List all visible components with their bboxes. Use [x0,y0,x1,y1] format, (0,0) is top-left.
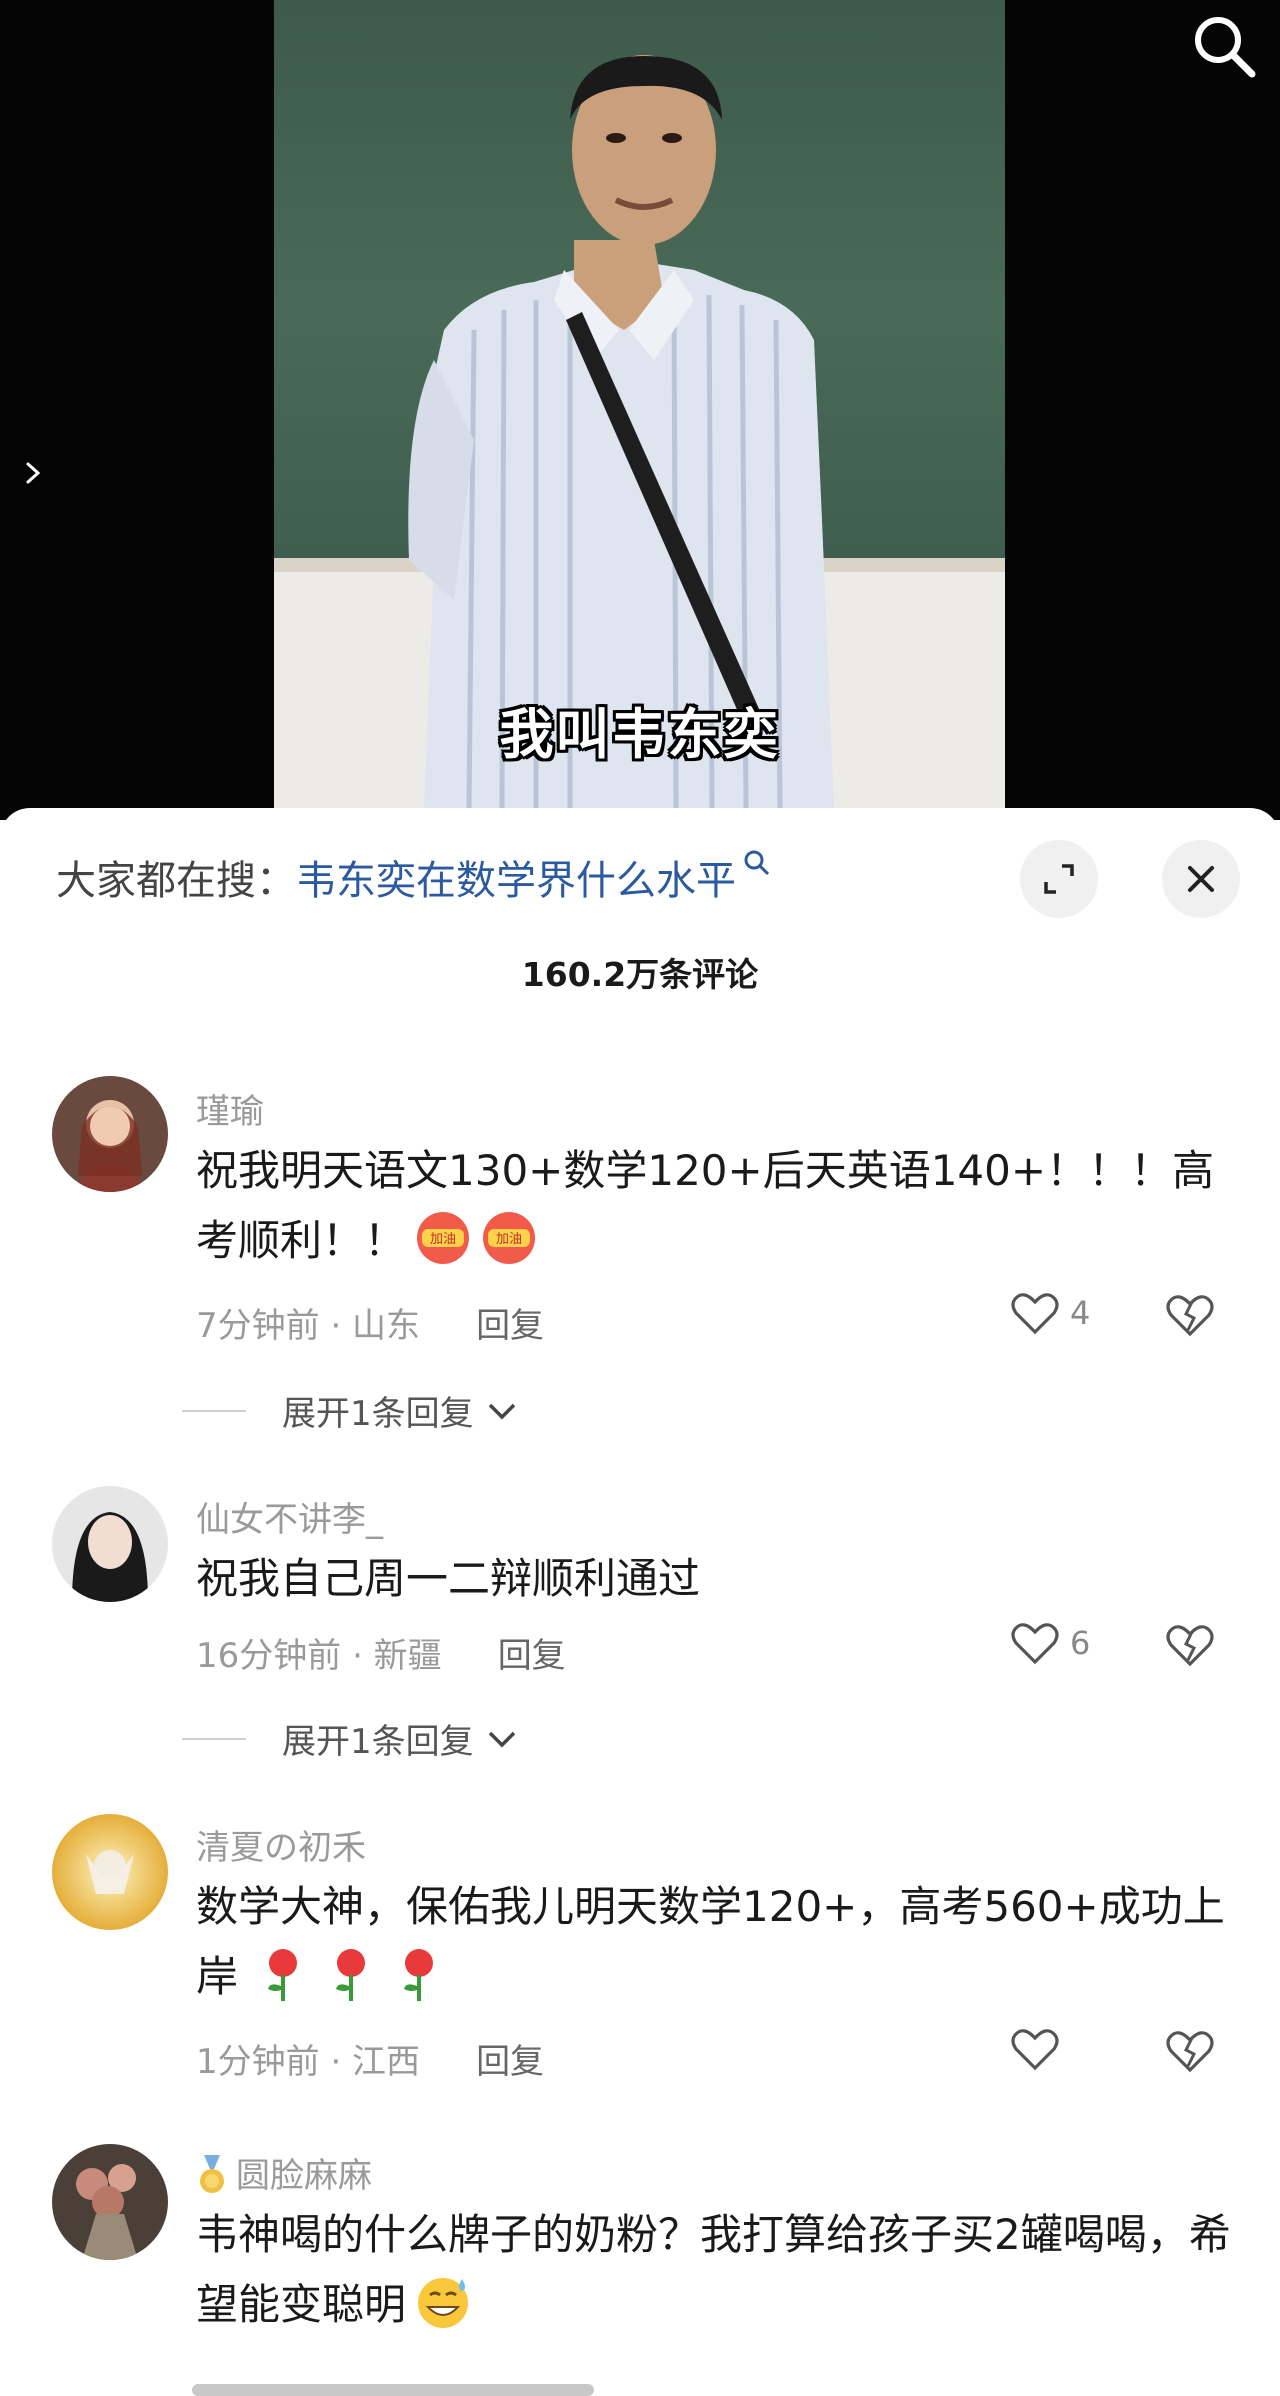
rose-emoji-icon [268,1949,298,2001]
heart-icon [1011,2029,1059,2071]
small-search-icon [744,850,770,876]
username[interactable]: 仙女不讲李_ [196,1492,383,1541]
username[interactable]: 瑾瑜 [196,1084,264,1133]
timestamp-location: 1分钟前 · 江西 [196,2042,421,2082]
username[interactable]: 圆脸麻麻 [196,2148,372,2197]
video-player[interactable]: 我叫韦东奕 [0,0,1280,820]
comment-text: 韦神喝的什么牌子的奶粉？我打算给孩子买2罐喝喝，希望能变聪明 [196,2200,1236,2340]
broken-heart-icon[interactable] [1164,1292,1216,1338]
broken-heart-icon[interactable] [1164,1622,1216,1668]
comment-text: 数学大神，保佑我儿明天数学120+，高考560+成功上岸 [196,1872,1236,2012]
heart-icon [1011,1623,1059,1665]
suggest-query[interactable]: 韦东奕在数学界什么水平 [296,858,736,904]
expand-replies[interactable]: 展开1条回复 [182,1714,520,1763]
emoji-label: 加油 [430,1232,456,1247]
comment-meta: 1分钟前 · 江西 回复 [196,2034,544,2083]
divider-line [182,1737,246,1740]
like-button[interactable] [1010,2026,1060,2072]
suggest-prefix: 大家都在搜： [56,858,296,904]
video-frame: 我叫韦东奕 [274,0,1005,808]
username-text: 圆脸麻麻 [236,2156,372,2196]
comment-text: 祝我自己周一二辩顺利通过 [196,1554,701,1603]
like-button[interactable]: 6 [1010,1620,1090,1666]
like-count: 4 [1070,1294,1091,1332]
video-subtitle: 我叫韦东奕 [499,703,780,766]
divider-line [182,1409,246,1412]
expand-replies-label: 展开1条回复 [282,1722,474,1762]
expand-icon [1044,864,1074,894]
reply-button[interactable]: 回复 [498,1636,566,1676]
like-count: 6 [1070,1624,1091,1662]
timestamp-location: 7分钟前 · 山东 [196,1306,421,1346]
avatar[interactable] [52,1076,168,1192]
avatar[interactable] [52,2144,168,2260]
reply-button[interactable]: 回复 [476,2042,544,2082]
comment-text-content: 祝我明天语文130+数学120+后天英语140+！！！高考顺利！！ [196,1146,1215,1265]
username[interactable]: 清夏の初禾 [196,1820,366,1869]
timestamp-location: 16分钟前 · 新疆 [196,1636,442,1676]
rose-emoji-icon [336,1949,366,2001]
cheer-emoji-icon: 加油 [483,1212,536,1264]
rose-emoji-icon [404,1949,434,2001]
search-suggestion[interactable]: 大家都在搜：韦东奕在数学界什么水平 [56,848,772,906]
close-button[interactable] [1162,840,1240,918]
chevron-down-icon [488,1403,515,1419]
chevron-right-icon[interactable] [20,458,46,488]
cheer-emoji-icon: 加油 [417,1212,470,1264]
comment-sheet: 大家都在搜：韦东奕在数学界什么水平 160.2万条评论 瑾瑜 祝我明天语文130… [0,808,1280,2396]
comment-text: 祝我明天语文130+数学120+后天英语140+！！！高考顺利！！ 加油 加油 [196,1136,1236,1276]
comment-meta: 16分钟前 · 新疆 回复 [196,1628,566,1677]
grin-sweat-emoji-icon [418,2278,469,2328]
reply-button[interactable]: 回复 [476,1306,544,1346]
broken-heart-icon[interactable] [1164,2028,1216,2074]
comment-text-content: 韦神喝的什么牌子的奶粉？我打算给孩子买2罐喝喝，希望能变聪明 [196,2210,1231,2329]
comment-count: 160.2万条评论 [521,955,759,994]
like-button[interactable]: 4 [1010,1290,1090,1336]
emoji-label: 加油 [496,1232,522,1247]
expand-replies-label: 展开1条回复 [282,1394,474,1434]
heart-icon [1011,1293,1059,1335]
medal-icon [200,2155,224,2193]
avatar[interactable] [52,1486,168,1602]
avatar[interactable] [52,1814,168,1930]
expand-replies[interactable]: 展开1条回复 [182,1386,520,1435]
fullscreen-button[interactable] [1020,840,1098,918]
search-icon[interactable] [1188,10,1260,82]
person-figure [408,55,834,808]
comment-meta: 7分钟前 · 山东 回复 [196,1298,544,1347]
chevron-down-icon [488,1731,515,1747]
scroll-indicator [192,2384,594,2396]
close-icon [1188,866,1214,892]
